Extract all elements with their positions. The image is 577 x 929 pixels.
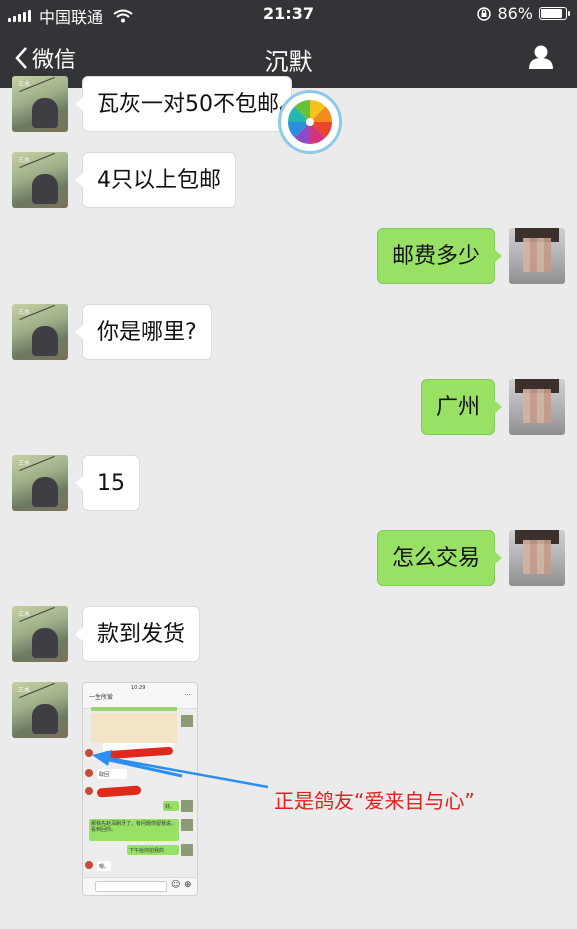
avatar[interactable] (509, 530, 565, 586)
message-bubble[interactable]: 4只以上包邮 (75, 152, 236, 208)
embedded-avatar (181, 844, 193, 856)
message-bubble[interactable]: 瓦灰一对50不包邮。 (75, 76, 301, 132)
embedded-card (91, 713, 177, 743)
embedded-bubble: 那我先赵深刷牙了。有问题你留我说，看到回你。 (89, 819, 179, 841)
embedded-time: 10:29 (131, 685, 146, 691)
message-bubble[interactable]: 你是哪里? (75, 304, 212, 360)
status-bar: 中国联通 21:37 86% (0, 0, 577, 28)
embedded-avatar (85, 787, 93, 795)
pinwheel-logo-icon (278, 90, 342, 154)
message-bubble[interactable]: 广州 (420, 379, 503, 435)
avatar[interactable]: 三水 (12, 682, 68, 738)
avatar[interactable] (509, 379, 565, 435)
embedded-avatar (85, 769, 93, 777)
status-right: 86% (477, 4, 570, 23)
embedded-bubble: 下午给你拍我的 (127, 845, 179, 855)
annotation-text: 正是鸽友“爱来自与心” (274, 789, 475, 813)
message-bubble[interactable]: 邮费多少 (376, 228, 503, 284)
embedded-avatar (181, 800, 193, 812)
top-bar: 中国联通 21:37 86% 微信 沉默 (0, 0, 577, 88)
embedded-avatar (181, 715, 193, 727)
message-bubble[interactable]: 怎么交易 (376, 530, 503, 586)
avatar[interactable]: 三水 (12, 152, 68, 208)
embedded-title: 一生所爱 (89, 694, 114, 701)
battery-icon (539, 7, 570, 20)
avatar[interactable]: 三水 (12, 304, 68, 360)
embedded-bubble: 取回 (97, 769, 127, 779)
user-icon[interactable] (527, 44, 555, 70)
battery-percent: 86% (497, 4, 533, 23)
embedded-avatar (85, 861, 93, 869)
message-bubble[interactable]: 款到发货 (74, 606, 201, 662)
rotation-lock-icon (477, 6, 492, 21)
image-message[interactable]: 一生所爱 10:29 ··· 取回 好。 那我先赵深刷牙了。有问题你留我说，看到… (82, 682, 198, 896)
message-bubble[interactable]: 15 (75, 455, 140, 511)
plus-icon: ⊕ (184, 880, 192, 890)
avatar[interactable]: 三水 (12, 76, 68, 132)
embedded-avatar (181, 819, 193, 831)
chat-title: 沉默 (264, 48, 313, 76)
more-icon: ··· (184, 691, 191, 699)
embedded-bar (91, 707, 177, 711)
avatar[interactable]: 三水 (12, 606, 68, 662)
redaction-mark (96, 785, 142, 798)
embedded-input-bar: ☺ ⊕ (83, 877, 197, 895)
embedded-avatar (85, 749, 93, 757)
avatar[interactable]: 三水 (12, 455, 68, 511)
avatar[interactable] (509, 228, 565, 284)
embedded-bubble: 嗯。 (97, 861, 111, 871)
embedded-header: 一生所爱 10:29 ··· (83, 683, 197, 709)
embedded-bubble: 好。 (163, 801, 179, 811)
emoji-icon: ☺ (171, 880, 181, 890)
